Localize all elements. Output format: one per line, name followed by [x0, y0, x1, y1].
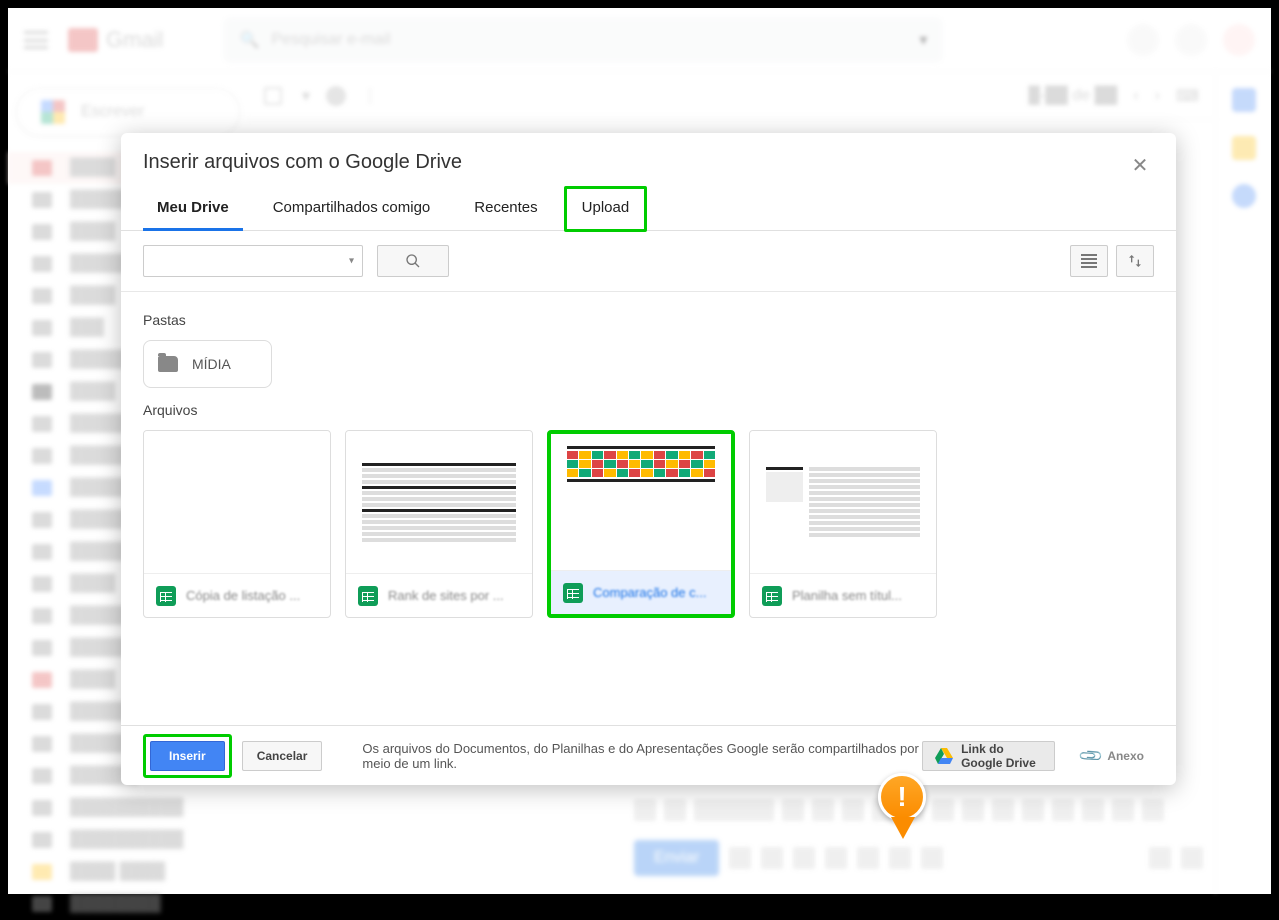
files-label: Arquivos: [143, 402, 1154, 418]
modal-footer: Inserir Cancelar Os arquivos do Document…: [121, 725, 1176, 785]
drive-icon: [935, 748, 953, 764]
insert-highlight: Inserir: [143, 734, 232, 778]
drive-picker-modal: Inserir arquivos com o Google Drive ✕ Me…: [121, 133, 1176, 785]
modal-header: Inserir arquivos com o Google Drive ✕: [121, 133, 1176, 189]
footer-message: Os arquivos do Documentos, do Planilhas …: [362, 741, 922, 771]
modal-content: Pastas MÍDIA Arquivos Cópia de listação …: [121, 292, 1176, 725]
folder-icon: [158, 356, 178, 372]
sheets-icon: [156, 586, 176, 606]
file-preview: [551, 434, 731, 570]
tab-shared[interactable]: Compartilhados comigo: [259, 189, 445, 230]
insert-button[interactable]: Inserir: [150, 741, 225, 771]
tab-upload[interactable]: Upload: [568, 189, 644, 230]
drive-link-button[interactable]: Link do Google Drive: [922, 741, 1055, 771]
picker-search-input[interactable]: [143, 245, 363, 277]
sheets-icon: [762, 586, 782, 606]
file-item[interactable]: Planilha sem títul...: [749, 430, 937, 618]
file-item[interactable]: Cópia de listação ...: [143, 430, 331, 618]
file-item-selected[interactable]: Comparação de c...: [547, 430, 735, 618]
list-view-icon[interactable]: [1070, 245, 1108, 277]
folder-item[interactable]: MÍDIA: [143, 340, 272, 388]
tab-my-drive[interactable]: Meu Drive: [143, 189, 243, 230]
sheets-icon: [358, 586, 378, 606]
sort-icon[interactable]: [1116, 245, 1154, 277]
files-grid: Cópia de listação ...: [143, 430, 1154, 618]
tab-recent[interactable]: Recentes: [460, 189, 551, 230]
file-preview: [144, 431, 330, 573]
modal-title: Inserir arquivos com o Google Drive: [143, 151, 462, 174]
picker-search-button[interactable]: [377, 245, 449, 277]
modal-tabs: Meu Drive Compartilhados comigo Recentes…: [121, 189, 1176, 231]
modal-toolbar: [121, 231, 1176, 292]
attachment-button[interactable]: 📎 Anexo: [1071, 741, 1154, 771]
file-item[interactable]: Rank de sites por ...: [345, 430, 533, 618]
sheets-icon: [563, 583, 583, 603]
file-preview: [750, 431, 936, 573]
folders-label: Pastas: [143, 312, 1154, 328]
folders-list: MÍDIA: [143, 340, 1154, 388]
cancel-button[interactable]: Cancelar: [242, 741, 323, 771]
file-preview: [346, 431, 532, 573]
paperclip-icon: 📎: [1077, 741, 1105, 769]
close-icon[interactable]: ✕: [1126, 151, 1154, 179]
callout-marker: !: [878, 773, 928, 853]
